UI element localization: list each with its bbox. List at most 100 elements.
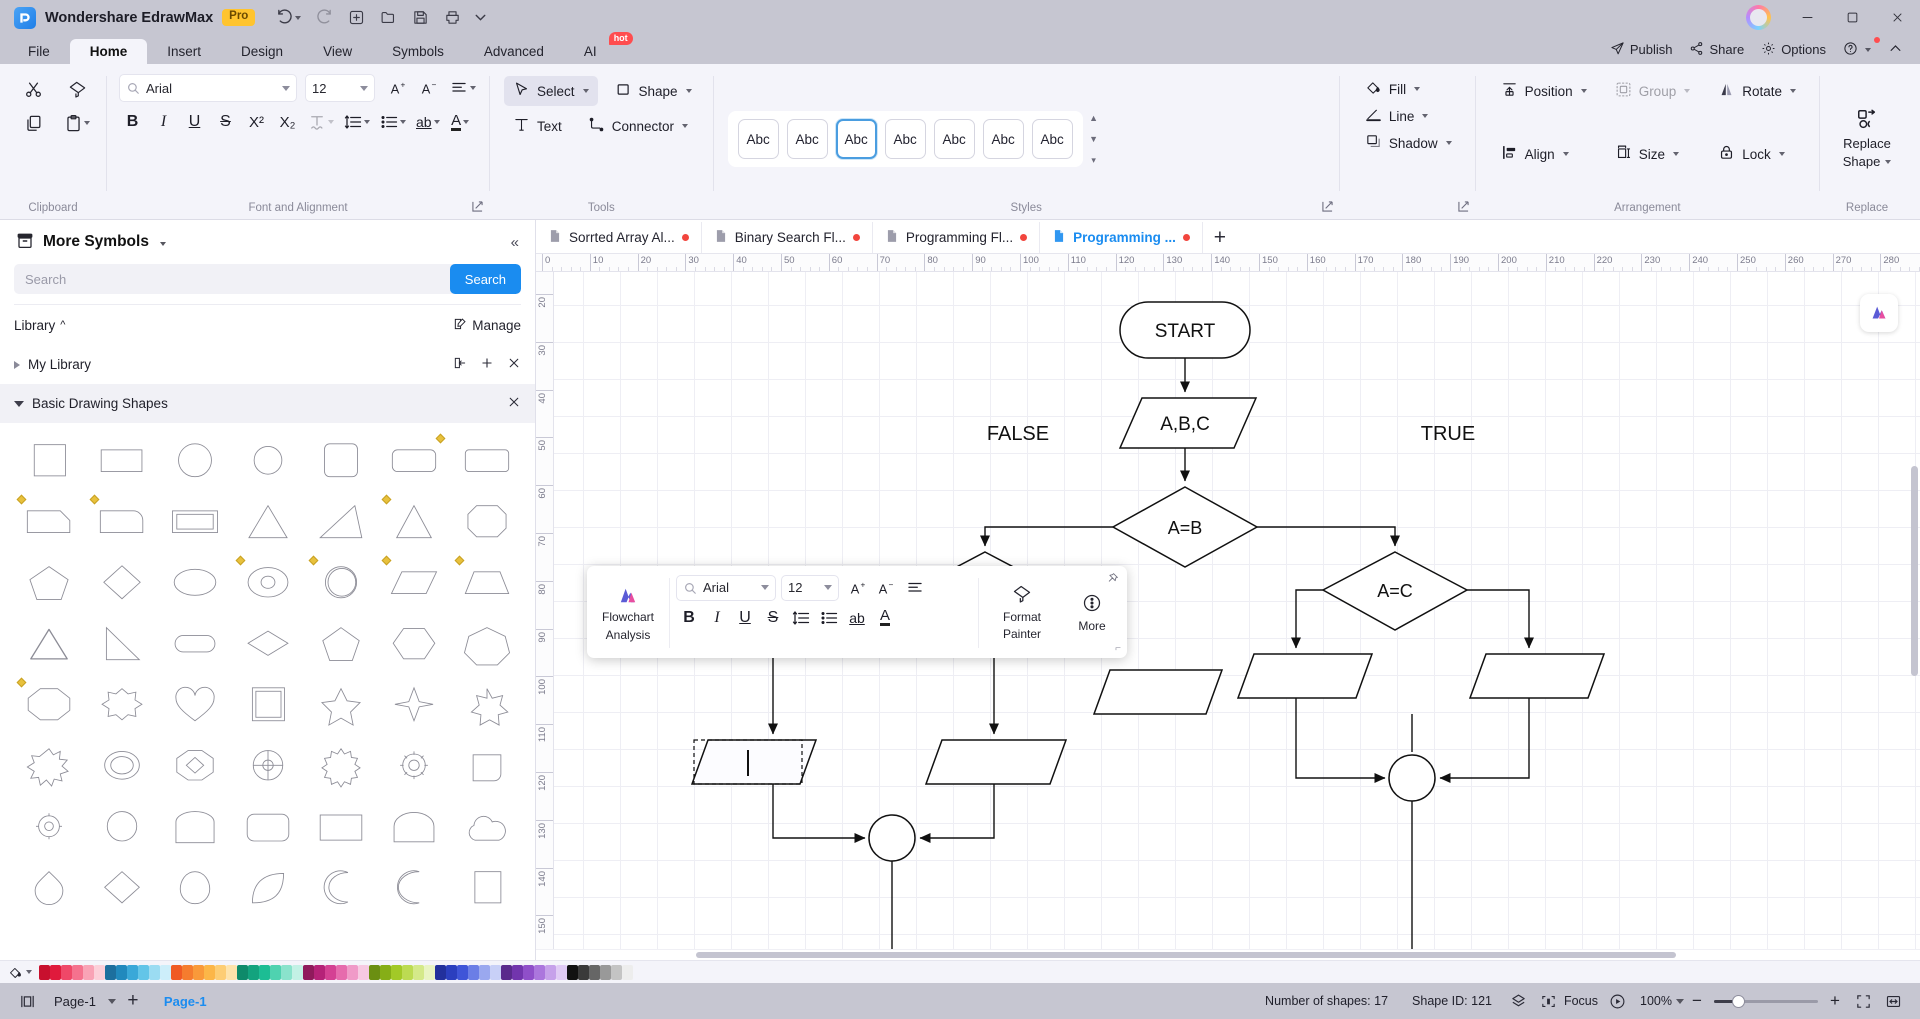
color-swatch[interactable] <box>336 964 347 980</box>
float-bold-button[interactable]: B <box>676 604 702 631</box>
share-button[interactable]: Share <box>1682 38 1751 62</box>
focus-label[interactable]: Focus <box>1564 994 1602 1008</box>
shape-trapezoid[interactable] <box>450 553 523 614</box>
cut-button[interactable] <box>16 74 50 104</box>
color-swatch[interactable] <box>281 964 292 980</box>
color-swatch[interactable] <box>402 964 413 980</box>
document-tab-3[interactable]: Programming ... <box>1040 222 1203 253</box>
color-swatch[interactable] <box>105 964 116 980</box>
search-input[interactable]: Search <box>25 272 450 287</box>
color-swatch[interactable] <box>204 964 215 980</box>
color-swatch[interactable] <box>182 964 193 980</box>
shape-blob[interactable] <box>450 736 523 797</box>
bold-button[interactable]: B <box>119 108 146 136</box>
pin-toolbar-icon[interactable] <box>1106 572 1119 588</box>
color-swatch[interactable] <box>468 964 479 980</box>
save-icon[interactable] <box>405 5 435 31</box>
font-size-select[interactable]: 12 <box>305 74 375 102</box>
page-dropdown-icon[interactable] <box>107 998 116 1004</box>
gallery-scroll-down-icon[interactable]: ▼ <box>1086 131 1102 147</box>
color-swatch[interactable] <box>545 964 556 980</box>
paragraph-align-button[interactable] <box>447 74 479 102</box>
color-swatch[interactable] <box>50 964 61 980</box>
decrease-font-size-button[interactable]: A − <box>416 74 443 102</box>
library-group-basic-drawing-shapes[interactable]: Basic Drawing Shapes <box>0 384 535 423</box>
print-icon[interactable] <box>437 5 467 31</box>
float-font-color-button[interactable]: A <box>872 604 898 631</box>
styles-dialog-launcher-icon[interactable] <box>1322 200 1333 215</box>
layers-icon[interactable] <box>1504 988 1534 1014</box>
color-swatch[interactable] <box>501 964 512 980</box>
shape-parallelogram[interactable] <box>377 553 450 614</box>
increase-font-size-button[interactable]: A + <box>385 74 412 102</box>
color-swatch[interactable] <box>391 964 402 980</box>
close-button[interactable] <box>1875 0 1920 35</box>
paste-button[interactable] <box>60 108 94 138</box>
style-preset-1[interactable]: Abc <box>786 119 828 159</box>
line-button[interactable]: Line <box>1356 103 1461 129</box>
zoom-slider[interactable] <box>1714 994 1818 1008</box>
shape-square[interactable] <box>12 431 85 492</box>
maximize-button[interactable] <box>1830 0 1875 35</box>
shape-cloud[interactable] <box>450 797 523 858</box>
menu-symbols[interactable]: Symbols <box>372 39 464 64</box>
color-swatch[interactable] <box>215 964 226 980</box>
presentation-icon[interactable] <box>1602 988 1632 1014</box>
shape-right-angle-triangle[interactable] <box>85 614 158 675</box>
color-swatch[interactable] <box>512 964 523 980</box>
horizontal-scrollbar[interactable] <box>536 949 1920 960</box>
horizontal-scrollbar-thumb[interactable] <box>696 952 1676 958</box>
color-swatch[interactable] <box>226 964 237 980</box>
menu-design[interactable]: Design <box>221 39 303 64</box>
copy-button[interactable] <box>16 108 50 138</box>
menu-insert[interactable]: Insert <box>147 39 221 64</box>
shape-double-square[interactable] <box>231 675 304 736</box>
shape-tool-button[interactable]: Shape <box>606 76 701 106</box>
text-effect-button[interactable] <box>305 108 337 136</box>
zoom-slider-knob[interactable] <box>1732 994 1745 1008</box>
italic-button[interactable]: I <box>150 108 177 136</box>
menu-file[interactable]: File <box>8 39 70 64</box>
strikethrough-button[interactable]: S <box>212 108 239 136</box>
zoom-in-button[interactable]: + <box>1822 988 1848 1014</box>
color-swatch[interactable] <box>149 964 160 980</box>
color-swatch[interactable] <box>611 964 622 980</box>
shape-rounded-square[interactable] <box>304 431 377 492</box>
align-button[interactable]: Align <box>1492 139 1596 169</box>
style-preset-4[interactable]: Abc <box>933 119 975 159</box>
float-underline-button[interactable]: U <box>732 604 758 631</box>
zoom-slider-track[interactable] <box>1714 994 1818 1008</box>
focus-icon[interactable] <box>1534 988 1564 1014</box>
change-case-button[interactable]: ab <box>413 108 443 136</box>
color-swatch[interactable] <box>479 964 490 980</box>
color-swatch[interactable] <box>413 964 424 980</box>
color-swatch[interactable] <box>534 964 545 980</box>
shape-one-corner-round[interactable] <box>85 492 158 553</box>
publish-button[interactable]: Publish <box>1603 38 1680 62</box>
shadow-button[interactable]: Shadow <box>1356 130 1461 156</box>
shape-gear-oval[interactable] <box>85 736 158 797</box>
library-group-my-library[interactable]: My Library <box>0 345 535 384</box>
size-button[interactable]: Size <box>1606 139 1700 169</box>
shape-leaf[interactable] <box>231 858 304 919</box>
options-button[interactable]: Options <box>1754 38 1833 62</box>
shape-crescent[interactable] <box>304 858 377 919</box>
float-align-button[interactable] <box>902 574 928 601</box>
color-swatch[interactable] <box>127 964 138 980</box>
shape-star-burst[interactable] <box>85 675 158 736</box>
shape-thin-diamond[interactable] <box>231 614 304 675</box>
rotate-button[interactable]: Rotate <box>1709 76 1805 106</box>
lock-button[interactable]: Lock <box>1709 139 1805 169</box>
color-swatch[interactable] <box>567 964 578 980</box>
color-swatch[interactable] <box>83 964 94 980</box>
color-swatch[interactable] <box>39 964 50 980</box>
shape-donut[interactable] <box>231 553 304 614</box>
shape-target[interactable] <box>231 736 304 797</box>
color-swatch[interactable] <box>160 964 171 980</box>
chevron-up-icon[interactable]: ^ <box>60 319 65 331</box>
shape-rounded-top[interactable] <box>158 797 231 858</box>
shape-egg[interactable] <box>158 858 231 919</box>
shape-ring[interactable] <box>304 553 377 614</box>
gallery-expand-icon[interactable]: ▾ <box>1086 152 1102 168</box>
color-swatch[interactable] <box>556 964 567 980</box>
